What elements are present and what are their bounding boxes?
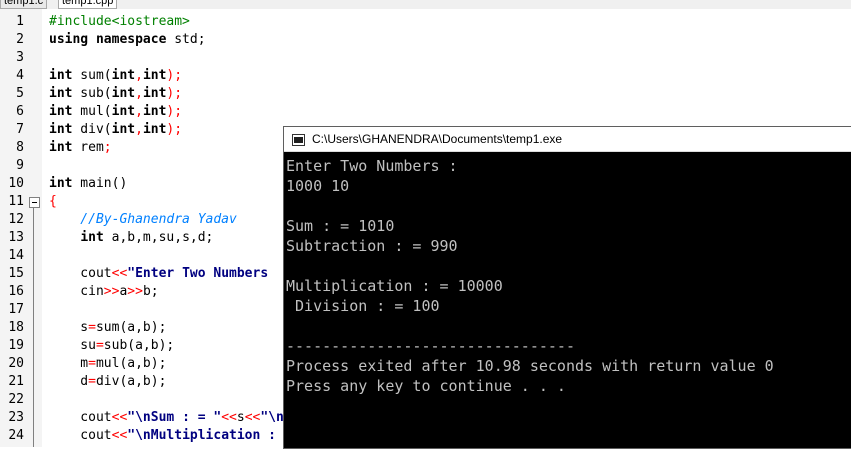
line-number: 24 xyxy=(8,428,24,443)
tab-temp1-c[interactable]: temp1.c xyxy=(0,0,48,9)
code-line-8: int rem; xyxy=(49,140,112,155)
console-output[interactable]: Enter Two Numbers : 1000 10 Sum : = 1010… xyxy=(286,156,850,446)
line-number-gutter: 1 2 3 4 5 6 7 8 9 10 11 12 13 14 15 16 1… xyxy=(0,9,42,447)
console-line: Process exited after 10.98 seconds with … xyxy=(286,357,774,375)
line-number: 14 xyxy=(8,248,24,263)
code-line-16: cin>>a>>b; xyxy=(49,284,159,299)
console-line: 1000 10 xyxy=(286,177,350,195)
fold-collapse-icon[interactable] xyxy=(29,197,40,208)
line-number: 5 xyxy=(16,86,24,101)
code-line-15: cout<<"Enter Two Numbers xyxy=(49,266,269,281)
line-number: 22 xyxy=(8,392,24,407)
console-line: Division : = 100 xyxy=(286,297,440,315)
line-number: 2 xyxy=(16,32,24,47)
editor-tab-bar: temp1.c temp1.cpp xyxy=(0,0,851,9)
console-line: Enter Two Numbers : xyxy=(286,157,458,175)
console-line: Press any key to continue . . . xyxy=(286,377,566,395)
line-number: 1 xyxy=(16,14,24,29)
console-line: Sum : = 1010 xyxy=(286,217,395,235)
line-number: 13 xyxy=(8,230,24,245)
code-line-23: cout<<"\nSum : = "<<s<<"\n xyxy=(49,410,284,425)
code-line-4: int sum(int,int); xyxy=(49,68,183,83)
line-number: 11 xyxy=(8,194,24,209)
console-window[interactable]: C:\Users\GHANENDRA\Documents\temp1.exe E… xyxy=(283,126,851,449)
console-line: Multiplication : = 10000 xyxy=(286,277,503,295)
line-number: 21 xyxy=(8,374,24,389)
console-separator: -------------------------------- xyxy=(286,337,575,355)
line-number: 8 xyxy=(16,140,24,155)
code-line-19: su=sub(a,b); xyxy=(49,338,175,353)
console-title: C:\Users\GHANENDRA\Documents\temp1.exe xyxy=(312,132,563,146)
code-line-10: int main() xyxy=(49,176,128,191)
code-line-13: int a,b,m,su,s,d; xyxy=(80,230,214,245)
code-line-11: { xyxy=(49,194,57,209)
code-line-6: int mul(int,int); xyxy=(49,104,183,119)
code-line-24: cout<<"\nMultiplication : xyxy=(49,428,276,443)
line-number: 19 xyxy=(8,338,24,353)
console-line: Subtraction : = 990 xyxy=(286,237,458,255)
code-line-18: s=sum(a,b); xyxy=(49,320,167,335)
code-line-21: d=div(a,b); xyxy=(49,374,167,389)
code-line-7: int div(int,int); xyxy=(49,122,183,137)
code-line-1: #include<iostream> xyxy=(49,14,190,29)
line-number: 9 xyxy=(16,158,24,173)
line-number: 12 xyxy=(8,212,24,227)
console-app-icon xyxy=(292,134,305,146)
line-number: 20 xyxy=(8,356,24,371)
line-number: 15 xyxy=(8,266,24,281)
line-number: 6 xyxy=(16,104,24,119)
line-number: 18 xyxy=(8,320,24,335)
fold-guide-line xyxy=(33,208,34,447)
tab-temp1-cpp[interactable]: temp1.cpp xyxy=(58,0,118,9)
console-title-bar[interactable]: C:\Users\GHANENDRA\Documents\temp1.exe xyxy=(284,127,851,152)
code-line-2: using namespace std; xyxy=(49,32,206,47)
line-number: 3 xyxy=(16,50,24,65)
code-line-20: m=mul(a,b); xyxy=(49,356,167,371)
line-number: 23 xyxy=(8,410,24,425)
line-number: 4 xyxy=(16,68,24,83)
line-number: 16 xyxy=(8,284,24,299)
line-number: 10 xyxy=(8,176,24,191)
code-line-5: int sub(int,int); xyxy=(49,86,183,101)
code-line-12: //By-Ghanendra Yadav xyxy=(49,212,237,227)
line-number: 17 xyxy=(8,302,24,317)
line-number: 7 xyxy=(16,122,24,137)
